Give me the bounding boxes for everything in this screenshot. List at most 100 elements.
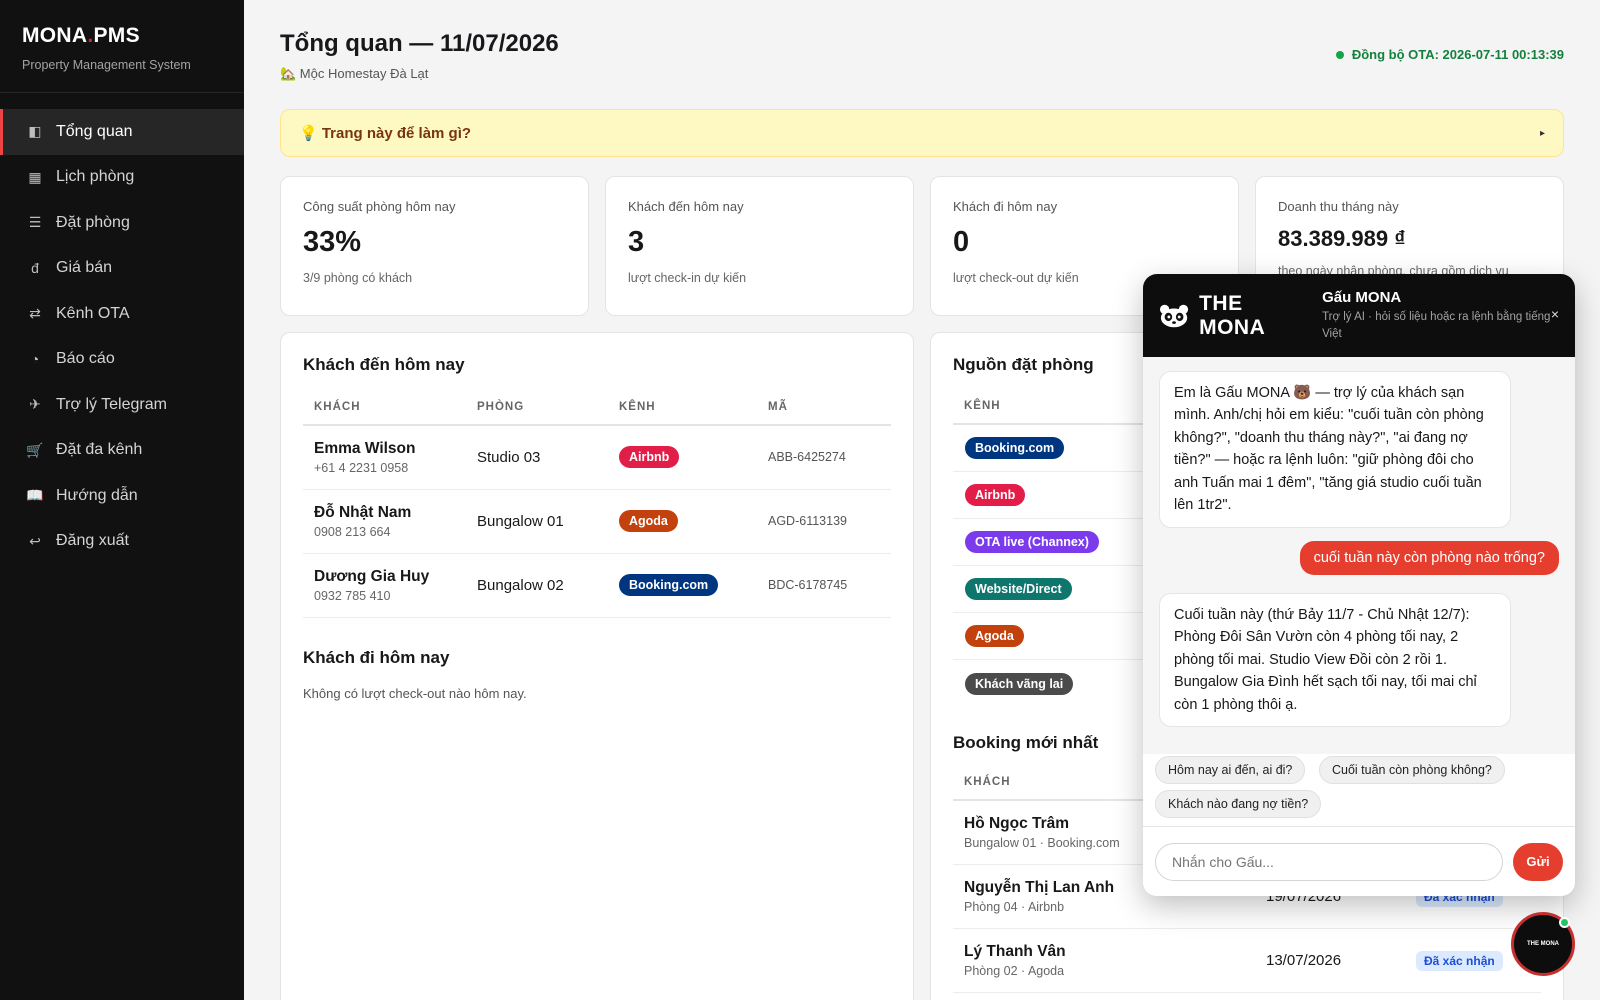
sidebar-item-label: Báo cáo (56, 350, 115, 368)
booking-detail: Phòng 04 · Airbnb (964, 900, 1065, 914)
channel-badge: Airbnb (965, 484, 1026, 506)
channel-badge: Booking.com (619, 574, 719, 596)
booking-code: BDC-6178745 (757, 553, 891, 618)
brand-logo[interactable]: MONA.PMS (22, 24, 222, 48)
close-icon[interactable]: × (1551, 306, 1559, 322)
page-title: Tổng quan — 11/07/2026 (280, 30, 559, 57)
sidebar: MONA.PMS Property Management System ◧ Tổn… (0, 0, 244, 1000)
stat-label: Khách đi hôm nay (953, 199, 1058, 214)
logout-icon: ↩ (29, 532, 41, 549)
online-dot-icon (1559, 917, 1570, 928)
chat-widget: THE MONA Gấu MONA Trợ lý AI · hỏi số liệ… (1143, 274, 1575, 896)
channel-badge: OTA live (Channex) (965, 531, 1099, 553)
guest-name: Hồ Ngọc Trâm (964, 815, 1070, 832)
arrivals-card: Khách đến hôm nay KHÁCH PHÒNG KÊNH MÃ Em… (280, 332, 914, 1000)
channel-badge: Agoda (965, 625, 1024, 647)
suggestion-chip[interactable]: Hôm nay ai đến, ai đi? (1155, 756, 1306, 784)
col-channel: KÊNH (608, 389, 757, 426)
pie-chart-icon: ◔ (30, 351, 40, 368)
help-collapsible[interactable]: 💡 Trang này để làm gì? ▸ (280, 109, 1564, 157)
guest-phone: 0908 213 664 (314, 524, 391, 539)
booking-detail: Phòng 02 · Agoda (964, 964, 1065, 978)
stat-label: Công suất phòng hôm nay (303, 199, 456, 214)
sidebar-item-label: Lịch phòng (56, 168, 135, 186)
mona-logo: THE MONA (1159, 292, 1308, 340)
room-name: Studio 03 (466, 425, 608, 490)
stat-value: 0 (953, 226, 970, 258)
sidebar-item-label: Đặt phòng (56, 213, 130, 231)
chat-messages: Em là Gấu MONA 🐻 — trợ lý của khách sạn … (1143, 357, 1575, 754)
sync-arrows-icon: ⇄ (29, 305, 41, 322)
departures-empty-message: Không có lượt check-out nào hôm nay. (303, 685, 527, 701)
send-button[interactable]: Gửi (1513, 842, 1563, 881)
stat-occupancy: Công suất phòng hôm nay 33% 3/9 phòng có… (280, 176, 589, 316)
guest-name: Đỗ Nhật Nam (314, 503, 412, 521)
status-badge: Đã xác nhận (1416, 950, 1503, 971)
sidebar-item-bookings[interactable]: ☰ Đặt phòng (0, 200, 244, 246)
calendar-icon: ▦ (28, 168, 42, 185)
sidebar-item-room-calendar[interactable]: ▦ Lịch phòng (0, 155, 244, 201)
telegram-icon: ✈ (29, 396, 41, 413)
chat-title: Gấu MONA (1322, 288, 1402, 306)
stat-arrivals: Khách đến hôm nay 3 lượt check-in dự kiế… (605, 176, 914, 316)
brand-subtitle: Property Management System (22, 58, 191, 72)
chat-input-row: Gửi (1143, 826, 1575, 896)
ota-sync-status: Đồng bộ OTA: 2026-07-11 00:13:39 (1335, 47, 1564, 62)
sidebar-item-guide[interactable]: 📖 Hướng dẫn (0, 473, 244, 519)
sidebar-item-reports[interactable]: ◔ Báo cáo (0, 337, 244, 383)
bot-message: Cuối tuần này (thứ Bảy 11/7 - Chủ Nhật 1… (1159, 593, 1511, 728)
sidebar-item-logout[interactable]: ↩ Đăng xuất (0, 519, 244, 565)
sidebar-item-label: Trợ lý Telegram (56, 395, 167, 413)
chat-header: THE MONA Gấu MONA Trợ lý AI · hỏi số liệ… (1143, 274, 1575, 357)
booking-code: ABB-6425274 (757, 425, 891, 490)
stat-label: Khách đến hôm nay (628, 199, 744, 214)
sidebar-item-label: Tổng quan (56, 122, 133, 140)
property-name: 🏡 Mộc Homestay Đà Lạt (280, 66, 429, 81)
guest-phone: 0932 785 410 (314, 588, 391, 603)
stat-value: 33% (303, 226, 362, 258)
user-message: cuối tuần này còn phòng nào trống? (1299, 541, 1559, 575)
sidebar-item-pricing[interactable]: đ Giá bán (0, 246, 244, 292)
booking-detail: Bungalow 01 · Booking.com (964, 836, 1120, 850)
chat-subtitle: Trợ lý AI · hỏi số liệu hoặc ra lệnh bằn… (1322, 310, 1551, 340)
table-row[interactable]: Lý Thanh Vân Phòng 02 · Agoda 13/07/2026 … (953, 929, 1541, 993)
status-dot-icon (1335, 50, 1344, 59)
guest-name: Nguyễn Thị Lan Anh (964, 879, 1115, 896)
guest-phone: +61 4 2231 0958 (314, 460, 409, 475)
brand: MONA.PMS Property Management System (0, 0, 244, 93)
chat-launcher-button[interactable]: THE MONA (1511, 912, 1575, 976)
chat-input[interactable] (1155, 842, 1503, 881)
sidebar-item-ota-channels[interactable]: ⇄ Kênh OTA (0, 291, 244, 337)
channel-badge: Website/Direct (965, 578, 1072, 600)
sidebar-item-label: Đăng xuất (56, 532, 129, 550)
book-icon: 📖 (26, 487, 44, 504)
stat-value: 3 (628, 226, 645, 258)
suggestion-chip[interactable]: Khách nào đang nợ tiền? (1155, 790, 1322, 818)
table-row[interactable]: Dương Gia Huy 0932 785 410 Bungalow 02 Bo… (303, 553, 891, 618)
cart-icon: 🛒 (26, 441, 44, 458)
guest-name: Lý Thanh Vân (964, 943, 1066, 960)
guest-name: Emma Wilson (314, 439, 416, 457)
booking-date: 13/07/2026 (1266, 952, 1342, 969)
table-row[interactable]: Emma Wilson +61 4 2231 0958 Studio 03 Air… (303, 425, 891, 490)
sidebar-item-multichannel[interactable]: 🛒 Đặt đa kênh (0, 428, 244, 474)
channel-badge: Khách vãng lai (965, 672, 1074, 695)
stat-value: 83.389.989 ₫ (1278, 226, 1406, 251)
sidebar-nav: ◧ Tổng quan ▦ Lịch phòng ☰ Đặt phòng đ Giá b… (0, 109, 244, 564)
help-label: 💡 Trang này để làm gì? (299, 125, 472, 142)
stat-note: lượt check-in dự kiến (628, 271, 747, 285)
suggestion-chips: Hôm nay ai đến, ai đi? Cuối tuần còn phò… (1143, 754, 1575, 826)
col-room: PHÒNG (466, 389, 608, 426)
sidebar-item-telegram-assistant[interactable]: ✈ Trợ lý Telegram (0, 382, 244, 428)
dong-icon: đ (31, 260, 39, 277)
sidebar-item-label: Kênh OTA (56, 304, 130, 322)
table-row[interactable]: Đỗ Nhật Nam 0908 213 664 Bungalow 01 Agod… (303, 489, 891, 554)
panda-icon (1159, 304, 1189, 327)
chat-header-text: Gấu MONA Trợ lý AI · hỏi số liệu hoặc ra… (1322, 289, 1559, 342)
channel-badge: Airbnb (619, 446, 680, 469)
sidebar-item-overview[interactable]: ◧ Tổng quan (0, 109, 244, 155)
col-code: MÃ (757, 389, 891, 426)
channel-badge: Agoda (619, 510, 678, 532)
suggestion-chip[interactable]: Cuối tuần còn phòng không? (1319, 756, 1505, 784)
room-name: Bungalow 01 (466, 489, 608, 554)
